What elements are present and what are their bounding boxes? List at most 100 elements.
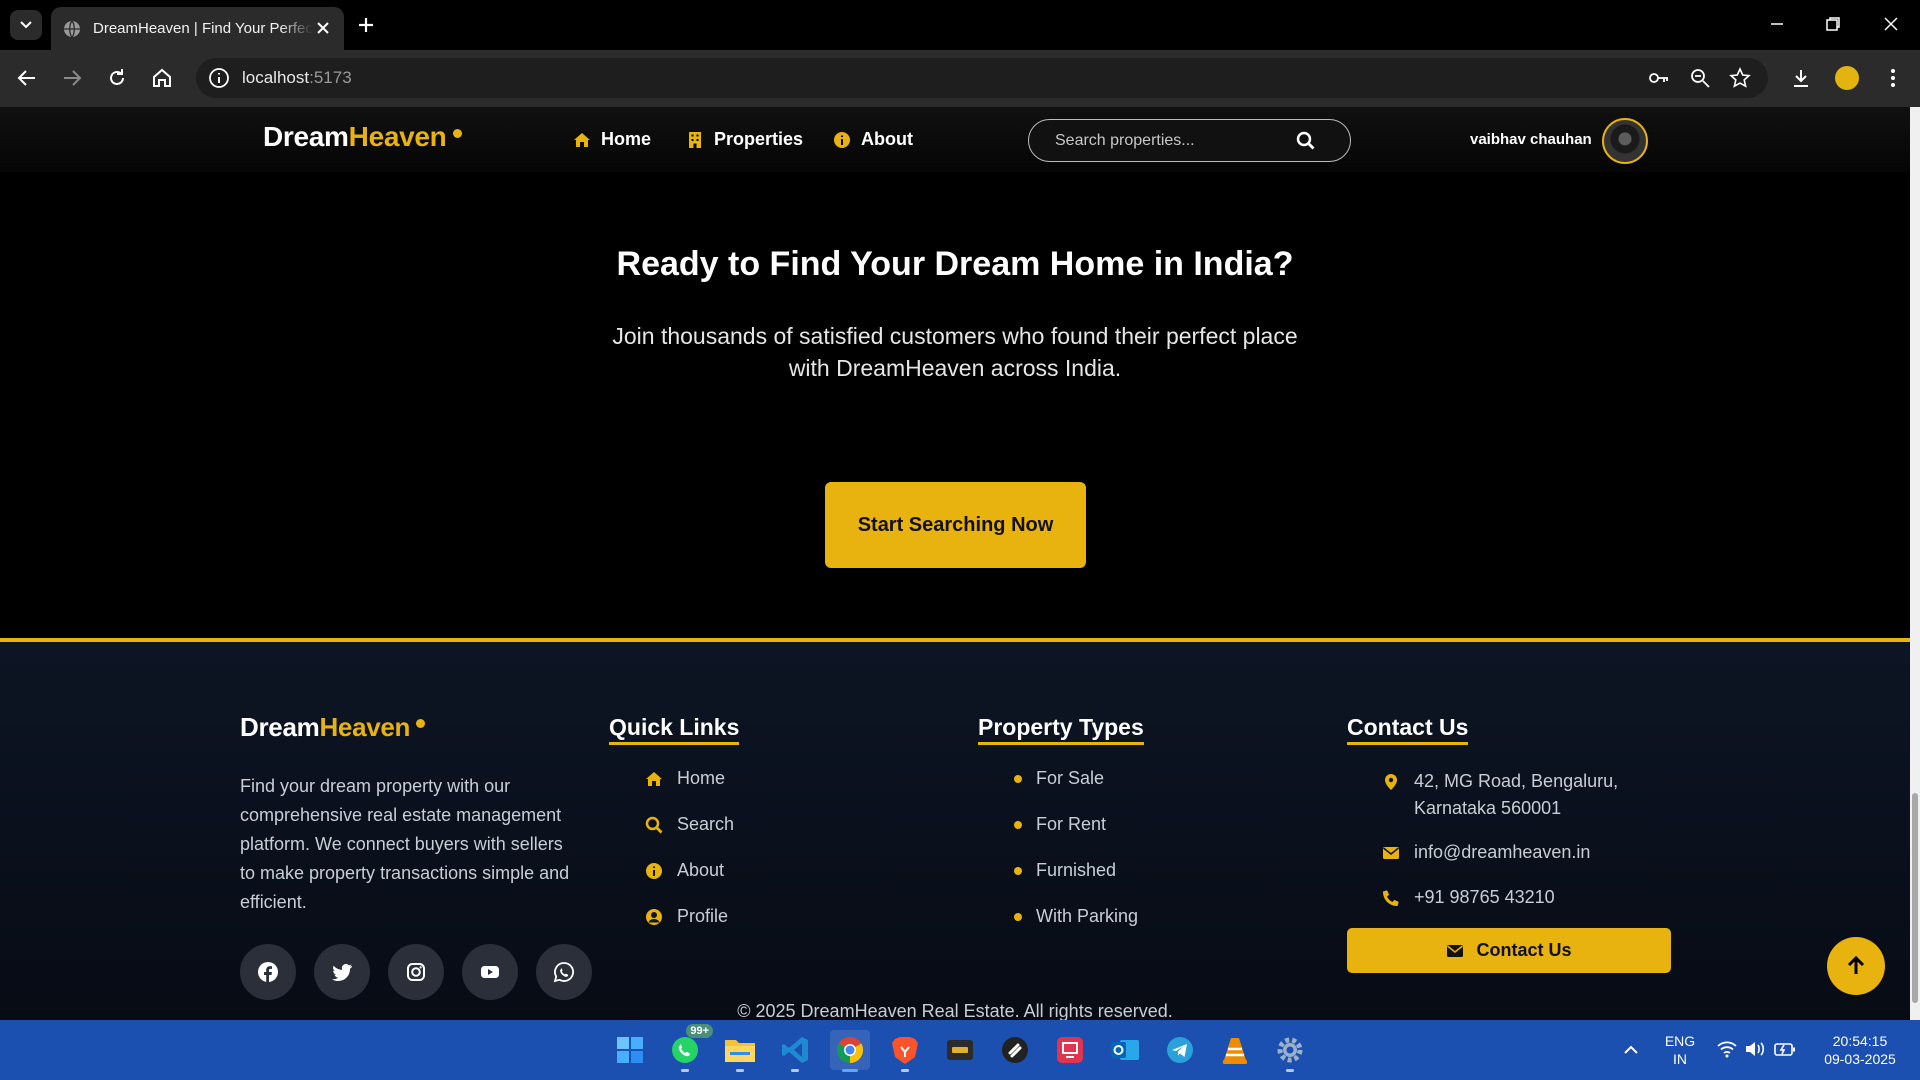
search-input[interactable] [1055, 130, 1295, 152]
language-indicator[interactable]: ENG IN [1662, 1032, 1698, 1068]
brave-icon [892, 1037, 918, 1064]
wifi-icon[interactable] [1717, 1040, 1737, 1058]
taskbar-vlc[interactable] [1215, 1030, 1255, 1070]
taskbar-file-explorer[interactable] [720, 1030, 760, 1072]
cta-title: Ready to Find Your Dream Home in India? [616, 245, 1294, 283]
restore-icon[interactable] [1821, 12, 1845, 36]
search-icon[interactable] [1296, 131, 1316, 151]
footer-description: Find your dream property with our compre… [240, 776, 570, 912]
user-name[interactable]: vaibhav chauhan [1470, 131, 1592, 148]
reload-button[interactable] [104, 65, 130, 91]
quick-links-heading: Quick Links [609, 714, 740, 745]
taskbar-terminal[interactable] [940, 1030, 980, 1070]
property-type-furnished[interactable]: Furnished [1014, 860, 1116, 881]
nav-home[interactable]: Home [573, 129, 651, 150]
site-info-icon[interactable] [208, 67, 230, 89]
footer-link-about[interactable]: About [645, 860, 724, 881]
start-button[interactable] [610, 1030, 650, 1070]
brand-logo[interactable]: DreamHeaven [263, 121, 462, 153]
taskbar-app[interactable] [995, 1030, 1035, 1070]
info-icon [834, 131, 850, 148]
browser-menu-button[interactable] [1880, 65, 1906, 91]
info-icon [646, 862, 662, 879]
contact-email[interactable]: info@dreamheaven.in [1382, 842, 1590, 863]
search-icon [645, 816, 663, 833]
envelope-icon [1447, 944, 1464, 957]
browser-toolbar: localhost:5173 [0, 50, 1920, 107]
clock[interactable]: 20:54:15 09-03-2025 [1812, 1032, 1908, 1068]
forward-button[interactable] [59, 65, 85, 91]
reload-icon [110, 69, 124, 85]
tab-search-button[interactable] [10, 10, 42, 40]
taskbar-settings[interactable] [1270, 1030, 1310, 1072]
chrome-icon [836, 1037, 864, 1064]
new-tab-icon[interactable] [354, 13, 378, 37]
back-button[interactable] [14, 65, 40, 91]
instagram-icon [407, 963, 425, 981]
twitter-link[interactable] [314, 944, 370, 1000]
taskbar-telegram[interactable] [1160, 1030, 1200, 1070]
nav-properties[interactable]: Properties [686, 129, 803, 150]
vlc-icon [1223, 1038, 1247, 1064]
nav-about[interactable]: About [833, 129, 913, 150]
close-icon[interactable] [314, 19, 332, 37]
taskbar-brave[interactable] [885, 1030, 925, 1072]
property-type-with-parking[interactable]: With Parking [1014, 906, 1138, 927]
property-search-box [1028, 119, 1351, 162]
bookmark-star-icon[interactable] [1729, 67, 1751, 89]
youtube-link[interactable] [462, 944, 518, 1000]
copyright: © 2025 DreamHeaven Real Estate. All righ… [737, 1001, 1173, 1020]
profile-avatar-button[interactable] [1835, 66, 1859, 90]
volume-icon[interactable] [1744, 1040, 1766, 1058]
phone-icon [1383, 889, 1399, 906]
minimize-icon[interactable] [1765, 12, 1789, 36]
page-scrollbar[interactable] [1910, 107, 1920, 1020]
taskbar-app-2[interactable] [1050, 1030, 1090, 1070]
address-bar[interactable]: localhost:5173 [196, 58, 1768, 98]
footer-brand-logo: DreamHeaven [240, 712, 426, 743]
home-button[interactable] [149, 65, 175, 91]
contact-us-button[interactable]: Contact Us [1347, 928, 1671, 973]
browser-tab[interactable]: DreamHeaven | Find Your Perfect Home [51, 7, 344, 50]
taskbar-outlook[interactable] [1105, 1030, 1145, 1070]
whatsapp-icon [672, 1037, 698, 1063]
vscode-icon [782, 1037, 808, 1063]
site-footer: DreamHeaven Find your dream property wit… [0, 638, 1910, 1020]
notification-badge: 99+ [686, 1024, 713, 1038]
map-marker-icon [1385, 774, 1397, 790]
user-avatar[interactable] [1602, 118, 1648, 164]
settings-icon [1277, 1037, 1303, 1063]
taskbar-whatsapp[interactable]: 99+ [665, 1024, 713, 1072]
battery-icon[interactable] [1774, 1040, 1796, 1058]
download-icon [1794, 70, 1808, 87]
site-navbar: DreamHeaven Home Properties About vaibha… [0, 107, 1910, 172]
app-icon [1002, 1037, 1028, 1063]
chevron-up-icon[interactable] [1622, 1042, 1640, 1058]
property-type-for-sale[interactable]: For Sale [1014, 768, 1104, 789]
downloads-button[interactable] [1788, 65, 1814, 91]
taskbar-vscode[interactable] [775, 1030, 815, 1072]
contact-phone[interactable]: +91 98765 43210 [1382, 887, 1555, 908]
tab-title: DreamHeaven | Find Your Perfect Home [93, 20, 313, 37]
footer-link-home[interactable]: Home [645, 768, 725, 789]
web-page: DreamHeaven Home Properties About vaibha… [0, 107, 1910, 1020]
password-key-icon[interactable] [1648, 67, 1670, 89]
app-icon [1057, 1037, 1083, 1063]
url-text: localhost:5173 [242, 68, 352, 87]
taskbar-chrome[interactable] [830, 1030, 870, 1072]
start-searching-button[interactable]: Start Searching Now [825, 482, 1086, 568]
property-type-for-rent[interactable]: For Rent [1014, 814, 1106, 835]
window-close-icon[interactable] [1879, 12, 1903, 36]
instagram-link[interactable] [388, 944, 444, 1000]
globe-icon [64, 20, 80, 37]
footer-link-search[interactable]: Search [645, 814, 734, 835]
whatsapp-icon [553, 962, 574, 983]
scroll-to-top-button[interactable] [1827, 937, 1885, 995]
arrow-left-icon [17, 70, 35, 86]
footer-link-profile[interactable]: Profile [645, 906, 728, 927]
facebook-link[interactable] [240, 944, 296, 1000]
zoom-icon[interactable] [1689, 67, 1711, 89]
whatsapp-link[interactable] [536, 944, 592, 1000]
cta-subtitle: Join thousands of satisfied customers wh… [612, 323, 1298, 381]
scrollbar-thumb[interactable] [1912, 793, 1918, 1003]
